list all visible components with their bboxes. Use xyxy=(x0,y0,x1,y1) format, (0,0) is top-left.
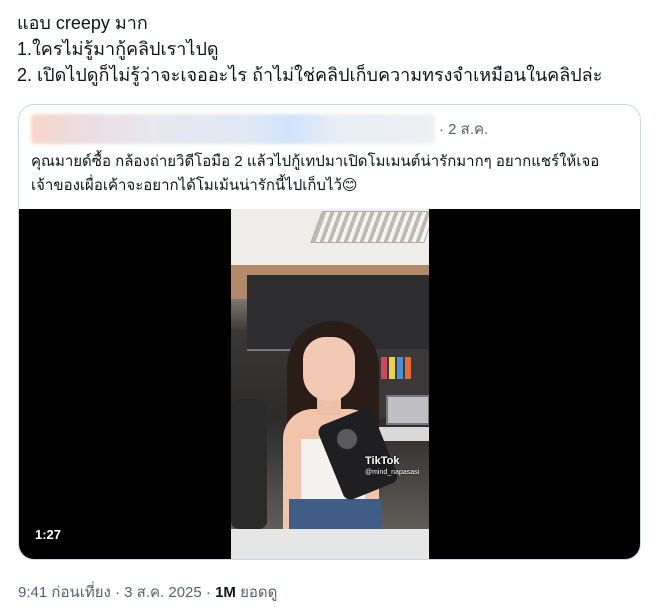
video-player[interactable]: TikTok @mind_napasasi 1:27 xyxy=(19,209,640,559)
video-scene xyxy=(303,337,355,401)
quoted-tweet-date[interactable]: · 2 ส.ค. xyxy=(439,117,488,141)
tweet-meta: 9:41 ก่อนเที่ยง · 3 ส.ค. 2025 · 1M ยอดดู xyxy=(18,580,277,604)
tweet-timestamp[interactable]: 9:41 ก่อนเที่ยง · 3 ส.ค. 2025 · xyxy=(18,584,215,601)
tweet-line: 1.ใครไม่รู้มากู้คลิปเราไปดู xyxy=(17,39,219,59)
video-scene xyxy=(386,395,429,425)
tweet-text: แอบ creepy มาก 1.ใครไม่รู้มากู้คลิปเราไป… xyxy=(17,10,647,88)
video-scene xyxy=(389,357,395,379)
view-count: 1M xyxy=(215,584,236,601)
tweet-line: 2. เปิดไปดูก็ไม่รู้ว่าจะเจออะไร ถ้าไม่ใช… xyxy=(17,65,603,85)
video-frame[interactable]: TikTok @mind_napasasi xyxy=(231,209,429,559)
tiktok-watermark: TikTok xyxy=(365,455,400,467)
quoted-tweet-line: คุณมายด์ซื้อ กล้องถ่ายวิดีโอมือ 2 แล้วไป… xyxy=(31,153,600,170)
quoted-tweet-text: คุณมายด์ซื้อ กล้องถ่ายวิดีโอมือ 2 แล้วไป… xyxy=(31,150,631,198)
video-scene xyxy=(381,357,387,379)
video-scene xyxy=(397,357,403,379)
video-duration: 1:27 xyxy=(35,527,62,542)
blurred-author-info xyxy=(31,114,435,144)
video-scene xyxy=(231,529,429,559)
tweet-line: แอบ creepy มาก xyxy=(17,13,148,33)
quoted-tweet-line: เจ้าของเผื่อเค้าจะอยากได้โมเม้นน่ารักนี้… xyxy=(31,177,358,194)
camcorder-lens xyxy=(335,427,359,451)
quoted-tweet-card[interactable]: · 2 ส.ค. คุณมายด์ซื้อ กล้องถ่ายวิดีโอมือ… xyxy=(18,104,641,560)
video-scene xyxy=(231,399,267,529)
tiktok-watermark-handle: @mind_napasasi xyxy=(365,469,420,476)
video-scene xyxy=(310,211,429,243)
video-scene xyxy=(405,357,411,379)
view-label: ยอดดู xyxy=(235,584,278,601)
quoted-tweet-header: · 2 ส.ค. xyxy=(31,114,488,144)
